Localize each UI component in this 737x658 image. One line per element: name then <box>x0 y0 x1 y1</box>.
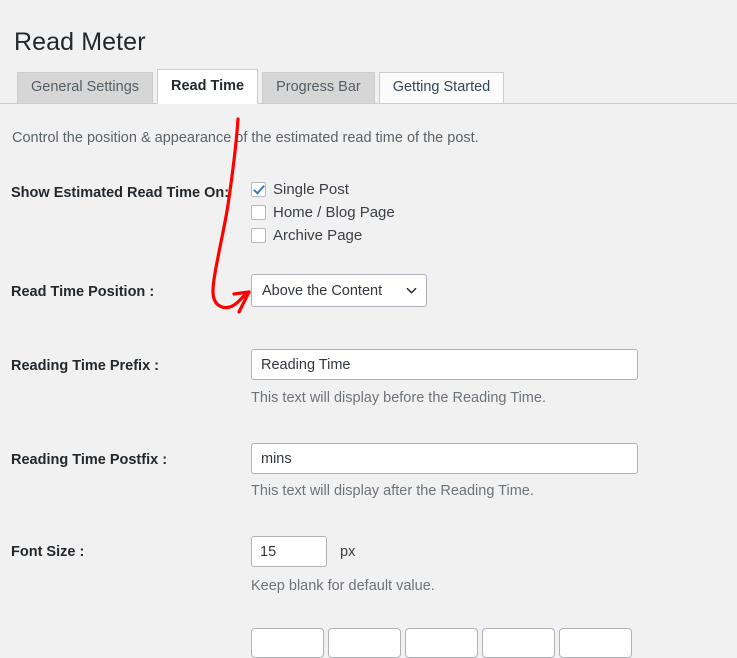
checkbox-archive-page[interactable] <box>251 227 266 243</box>
checkbox-row-single-post[interactable]: Single Post <box>251 178 395 200</box>
bottom-field-row <box>251 628 636 658</box>
checkbox-row-home-blog-page[interactable]: Home / Blog Page <box>251 201 395 223</box>
tab-progress-bar[interactable]: Progress Bar <box>262 72 375 104</box>
tab-strip: General Settings Read Time Progress Bar … <box>17 69 508 104</box>
help-reading-time-postfix: This text will display after the Reading… <box>251 483 534 499</box>
chevron-down-icon <box>406 287 417 294</box>
bottom-field-3[interactable] <box>405 628 478 658</box>
reading-time-postfix-control <box>251 443 638 474</box>
checkbox-group-show-read-time-on: Single Post Home / Blog Page Archive Pag… <box>251 178 395 247</box>
input-reading-time-postfix[interactable] <box>251 443 638 474</box>
checkbox-row-archive-page[interactable]: Archive Page <box>251 224 395 246</box>
label-reading-time-prefix: Reading Time Prefix : <box>11 358 159 374</box>
label-font-size: Font Size : <box>11 544 85 560</box>
input-reading-time-prefix[interactable] <box>251 349 638 380</box>
read-time-position-control: Above the Content <box>251 274 427 307</box>
page-title: Read Meter <box>14 27 146 56</box>
checkbox-single-post[interactable] <box>251 181 266 197</box>
font-size-unit: px <box>340 543 356 560</box>
checkbox-home-blog-page[interactable] <box>251 204 266 220</box>
label-show-read-time-on: Show Estimated Read Time On: <box>11 185 230 201</box>
help-font-size: Keep blank for default value. <box>251 578 435 594</box>
checkbox-label-archive-page[interactable]: Archive Page <box>273 227 362 244</box>
label-reading-time-postfix: Reading Time Postfix : <box>11 452 168 468</box>
checkbox-label-home-blog-page[interactable]: Home / Blog Page <box>273 204 395 221</box>
checkbox-label-single-post[interactable]: Single Post <box>273 181 349 198</box>
help-reading-time-prefix: This text will display before the Readin… <box>251 390 546 406</box>
font-size-control: px <box>251 536 355 567</box>
select-read-time-position[interactable]: Above the Content <box>251 274 427 307</box>
admin-page: Read Meter General Settings Read Time Pr… <box>0 0 737 658</box>
tab-bar: General Settings Read Time Progress Bar … <box>0 68 737 104</box>
bottom-field-2[interactable] <box>328 628 401 658</box>
bottom-field-4[interactable] <box>482 628 555 658</box>
reading-time-prefix-control <box>251 349 638 380</box>
tab-general-settings[interactable]: General Settings <box>17 72 154 104</box>
bottom-field-1[interactable] <box>251 628 324 658</box>
tab-read-time[interactable]: Read Time <box>157 69 259 104</box>
tab-getting-started[interactable]: Getting Started <box>378 72 505 104</box>
input-font-size[interactable] <box>251 536 327 567</box>
bottom-field-5[interactable] <box>559 628 632 658</box>
section-description: Control the position & appearance of the… <box>12 130 479 146</box>
label-read-time-position: Read Time Position : <box>11 284 155 300</box>
select-read-time-position-value: Above the Content <box>262 282 383 299</box>
